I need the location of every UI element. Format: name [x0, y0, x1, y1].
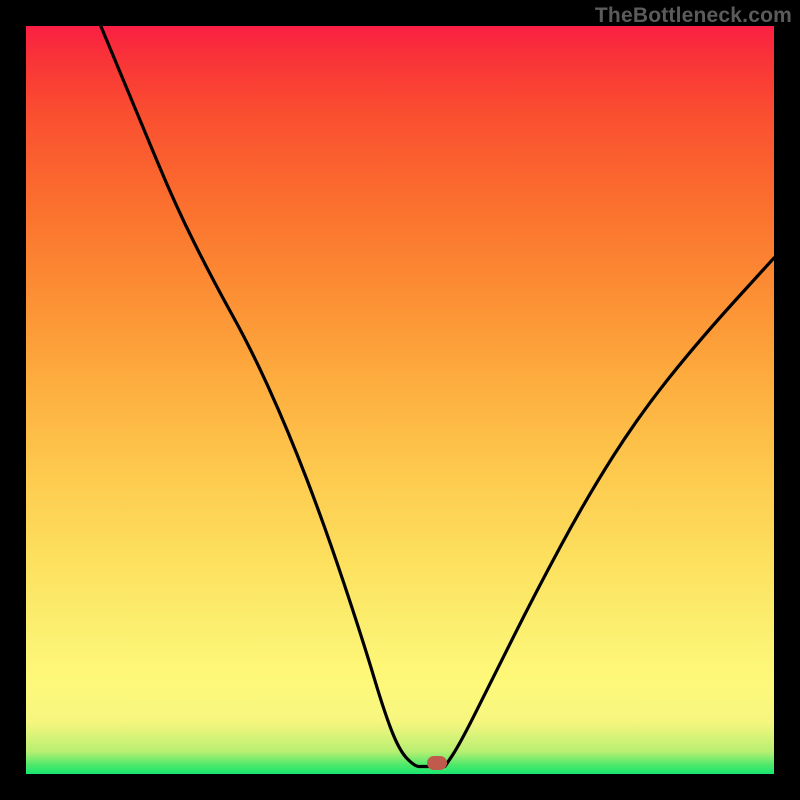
chart-frame: TheBottleneck.com: [0, 0, 800, 800]
plot-area: [26, 26, 774, 774]
bottleneck-curve: [26, 26, 774, 774]
watermark-text: TheBottleneck.com: [595, 4, 792, 28]
optimal-point-marker: [427, 756, 447, 770]
